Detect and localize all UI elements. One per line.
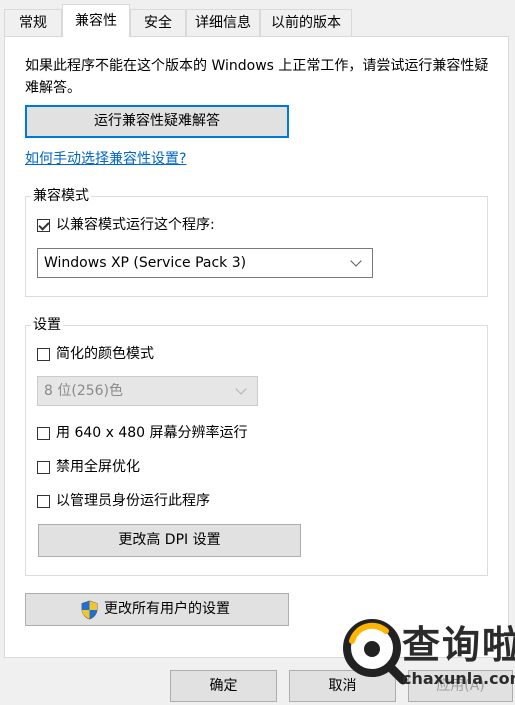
settings-group-label: 设置 (31, 316, 63, 334)
os-version-select[interactable]: Windows XP (Service Pack 3) (37, 248, 373, 278)
reduced-color-checkbox[interactable] (37, 348, 50, 361)
color-depth-select: 8 位(256)色 (37, 376, 258, 406)
fullscreen-opt-checkbox[interactable] (37, 461, 50, 474)
ok-button[interactable]: 确定 (170, 670, 277, 702)
change-all-users-label: 更改所有用户的设置 (104, 601, 230, 617)
change-dpi-button[interactable]: 更改高 DPI 设置 (38, 524, 301, 557)
res-640-label[interactable]: 用 640 x 480 屏幕分辨率运行 (56, 424, 248, 442)
run-troubleshooter-button[interactable]: 运行兼容性疑难解答 (25, 105, 289, 138)
chevron-down-icon (350, 255, 362, 267)
compat-mode-checkbox[interactable] (37, 219, 50, 232)
compat-mode-group-label: 兼容模式 (31, 187, 91, 205)
fullscreen-opt-label[interactable]: 禁用全屏优化 (56, 458, 140, 476)
change-all-users-button[interactable]: 更改所有用户的设置 (25, 593, 289, 626)
compat-mode-checkbox-label[interactable]: 以兼容模式运行这个程序: (56, 216, 215, 234)
run-as-admin-checkbox[interactable] (37, 495, 50, 508)
color-depth-value: 8 位(256)色 (44, 383, 124, 399)
run-as-admin-label[interactable]: 以管理员身份运行此程序 (56, 492, 210, 510)
uac-shield-icon (81, 600, 98, 620)
reduced-color-label[interactable]: 简化的颜色模式 (56, 345, 154, 363)
watermark-brand-url: chaxunla.com (402, 669, 515, 688)
watermark-brand-cn: 查询啦 (402, 623, 515, 667)
chevron-down-icon (235, 383, 247, 395)
compat-description: 如果此程序不能在这个版本的 Windows 上正常工作，请尝试运行兼容性疑难解答… (25, 58, 489, 96)
panel-content: 如果此程序不能在这个版本的 Windows 上正常工作，请尝试运行兼容性疑难解答… (0, 0, 515, 705)
properties-dialog: 常规 兼容性 安全 详细信息 以前的版本 如果此程序不能在这个版本的 Windo… (0, 0, 515, 705)
res-640-checkbox[interactable] (37, 427, 50, 440)
os-version-value: Windows XP (Service Pack 3) (44, 255, 247, 271)
manual-compat-settings-link[interactable]: 如何手动选择兼容性设置? (25, 148, 186, 168)
compat-mode-group (25, 196, 488, 297)
site-watermark: 查询啦 chaxunla.com (340, 615, 515, 705)
